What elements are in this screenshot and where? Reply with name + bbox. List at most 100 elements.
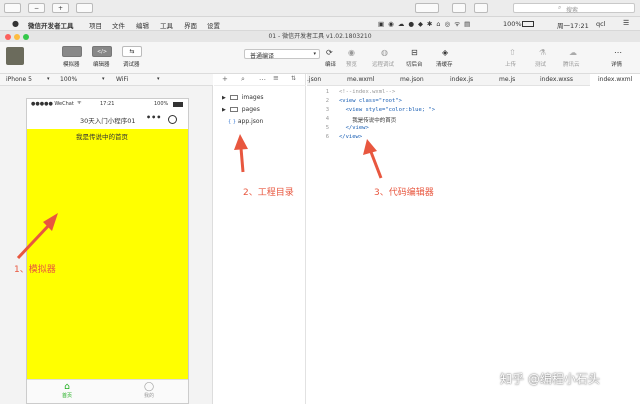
zoom-in-icon[interactable]: + (52, 3, 69, 13)
tree-item-label: pages (241, 106, 260, 113)
briefcase-icon[interactable] (474, 3, 488, 13)
details-label: 详情 (611, 62, 623, 68)
tree-item-app-json[interactable]: { } app.json (228, 118, 263, 125)
simulator-toggle-button[interactable]: 模拟器 (62, 46, 84, 72)
menu-item-view[interactable]: 界面 (184, 20, 197, 30)
test-button[interactable]: ⚗ 测试 (535, 48, 551, 72)
flask-icon: ⚗ (539, 48, 547, 57)
code-line[interactable]: <view style="color:blue; "> (339, 107, 435, 113)
background-button[interactable]: ⊟ 切后台 (406, 48, 426, 72)
editor-toggle-button[interactable]: </> 编辑器 (92, 46, 114, 72)
battery-text: 100% (503, 20, 522, 28)
remote-debug-button[interactable]: ◍ 远程调试 (372, 48, 398, 72)
code-line[interactable]: </view> (339, 134, 362, 140)
collapse-icon[interactable]: ≡ (273, 74, 279, 82)
annotation-simulator: 1、模拟器 (14, 265, 56, 275)
battery-icon (173, 102, 183, 107)
home-icon: ⌂ (64, 382, 70, 392)
chevron-down-icon: ▾ (47, 76, 50, 82)
tab-json[interactable]: .json (307, 74, 321, 86)
menu-item-edit[interactable]: 编辑 (136, 20, 149, 30)
code-editor: .json me.wxml me.json index.js me.js ind… (307, 74, 640, 404)
compile-mode-select[interactable]: 普通编译 ▾ (244, 49, 320, 60)
device-select[interactable]: iPhone 5 (6, 76, 32, 83)
tab-home[interactable]: ⌂ 首页 (55, 382, 79, 402)
avatar[interactable] (6, 47, 24, 65)
cloud-icon: ☁ (569, 48, 577, 57)
background-label: 切后台 (406, 62, 423, 68)
folder-icon (229, 107, 238, 112)
more-icon[interactable]: ••• (146, 113, 161, 122)
tree-item-images[interactable]: ▶ images (222, 94, 264, 101)
line-number: 3 (325, 107, 329, 113)
clear-cache-button[interactable]: ◈ 清缓存 (436, 48, 458, 72)
tab-index-wxss[interactable]: index.wxss (540, 74, 573, 86)
search-icon[interactable]: ⌕ (241, 75, 245, 84)
browser-toolbar: − + ⌕ 搜索 (0, 0, 640, 17)
network-select[interactable]: WiFi (116, 76, 128, 83)
sidebar-toggle-icon[interactable] (4, 3, 21, 13)
add-icon[interactable]: + (222, 75, 228, 83)
upload-icon: ⇧ (509, 48, 516, 57)
search-input[interactable]: ⌕ 搜索 (513, 3, 635, 14)
window-titlebar: 01 - 微信开发者工具 v1.02.1803210 (0, 31, 640, 42)
zoom-select[interactable]: 100% (60, 76, 77, 83)
maximize-window-button[interactable] (23, 34, 29, 40)
switch-icon: ⊟ (411, 48, 418, 57)
debugger-toggle-button[interactable]: ⇆ 调试器 (122, 46, 144, 72)
search-icon: ⌕ (558, 4, 562, 11)
annotation-code-editor: 3、代码编辑器 (374, 188, 434, 198)
editor-label: 编辑器 (93, 62, 110, 68)
menu-item-tools[interactable]: 工具 (160, 20, 173, 30)
close-window-button[interactable] (5, 34, 11, 40)
compile-label: 编译 (325, 62, 337, 68)
expand-icon[interactable] (76, 3, 93, 13)
details-button[interactable]: ⋯ 详情 (611, 48, 627, 72)
eye-icon: ◉ (348, 48, 355, 57)
apple-icon[interactable]: ● (12, 19, 19, 28)
code-line[interactable]: <view class="root"> (339, 98, 402, 104)
tab-index-js[interactable]: index.js (450, 74, 473, 86)
menu-item-project[interactable]: 项目 (89, 20, 102, 30)
tencent-cloud-button[interactable]: ☁ 腾讯云 (563, 48, 583, 72)
tab-index-wxml[interactable]: index.wxml (590, 74, 640, 86)
code-line[interactable]: </view> (339, 125, 369, 131)
menu-item-settings[interactable]: 设置 (207, 20, 220, 30)
menu-item-file[interactable]: 文件 (112, 20, 125, 30)
code-line[interactable]: 我是传说中的首页 (339, 116, 396, 124)
tab-me-wxml[interactable]: me.wxml (347, 74, 374, 86)
remote-debug-label: 远程调试 (372, 62, 395, 68)
tab-me-json[interactable]: me.json (400, 74, 424, 86)
menubar: ● 微信开发者工具 项目 文件 编辑 工具 界面 设置 ▣◉☁●◆✱⌂◎ᯤ▤ 1… (0, 17, 640, 31)
pen-icon[interactable] (415, 3, 439, 13)
compile-button[interactable]: ⟳ 编译 (324, 48, 338, 72)
chevron-right-icon: ▶ (222, 95, 226, 101)
status-icons: ▣◉☁●◆✱⌂◎ᯤ▤ (378, 20, 475, 28)
menu-icon[interactable]: ☰ (623, 19, 629, 27)
upload-button[interactable]: ⇧ 上传 (505, 48, 521, 72)
simulator-label: 模拟器 (63, 62, 80, 68)
more-icon[interactable]: … (259, 74, 266, 82)
record-icon[interactable] (168, 115, 177, 124)
watermark: 知乎 @编程小石头 (500, 372, 600, 386)
window-title: 01 - 微信开发者工具 v1.02.1803210 (268, 33, 372, 40)
folder-icon (229, 95, 238, 100)
nav-title: 30天入门小程序01 (80, 117, 136, 125)
app-name[interactable]: 微信开发者工具 (28, 20, 74, 30)
main-toolbar: 模拟器 </> 编辑器 ⇆ 调试器 普通编译 ▾ ⟳ 编译 ◉ 预览 ◍ 远程调… (0, 42, 640, 74)
zoom-out-icon[interactable]: − (28, 3, 45, 13)
explorer-toolbar: + ⌕ … ≡ ⇅ (214, 74, 306, 86)
debug-icon: ⇆ (122, 46, 142, 57)
tree-item-pages[interactable]: ▶ pages (222, 106, 260, 113)
tab-mine-label: 我的 (143, 393, 154, 399)
wifi-icon: ᯤ (77, 100, 82, 106)
simulator-settings-bar: iPhone 5 ▾ 100% ▾ WiFi ▾ (0, 74, 213, 86)
tab-me-js[interactable]: me.js (499, 74, 515, 86)
sort-icon[interactable]: ⇅ (291, 75, 296, 82)
minimize-window-button[interactable] (14, 34, 20, 40)
project-explorer: + ⌕ … ≡ ⇅ ▶ images ▶ pages { } app.json (214, 74, 306, 404)
tab-mine[interactable]: ◯ 我的 (137, 382, 161, 402)
code-line[interactable]: <!--index.wxml--> (339, 89, 395, 95)
preview-button[interactable]: ◉ 预览 (345, 48, 361, 72)
share-icon[interactable] (452, 3, 466, 13)
